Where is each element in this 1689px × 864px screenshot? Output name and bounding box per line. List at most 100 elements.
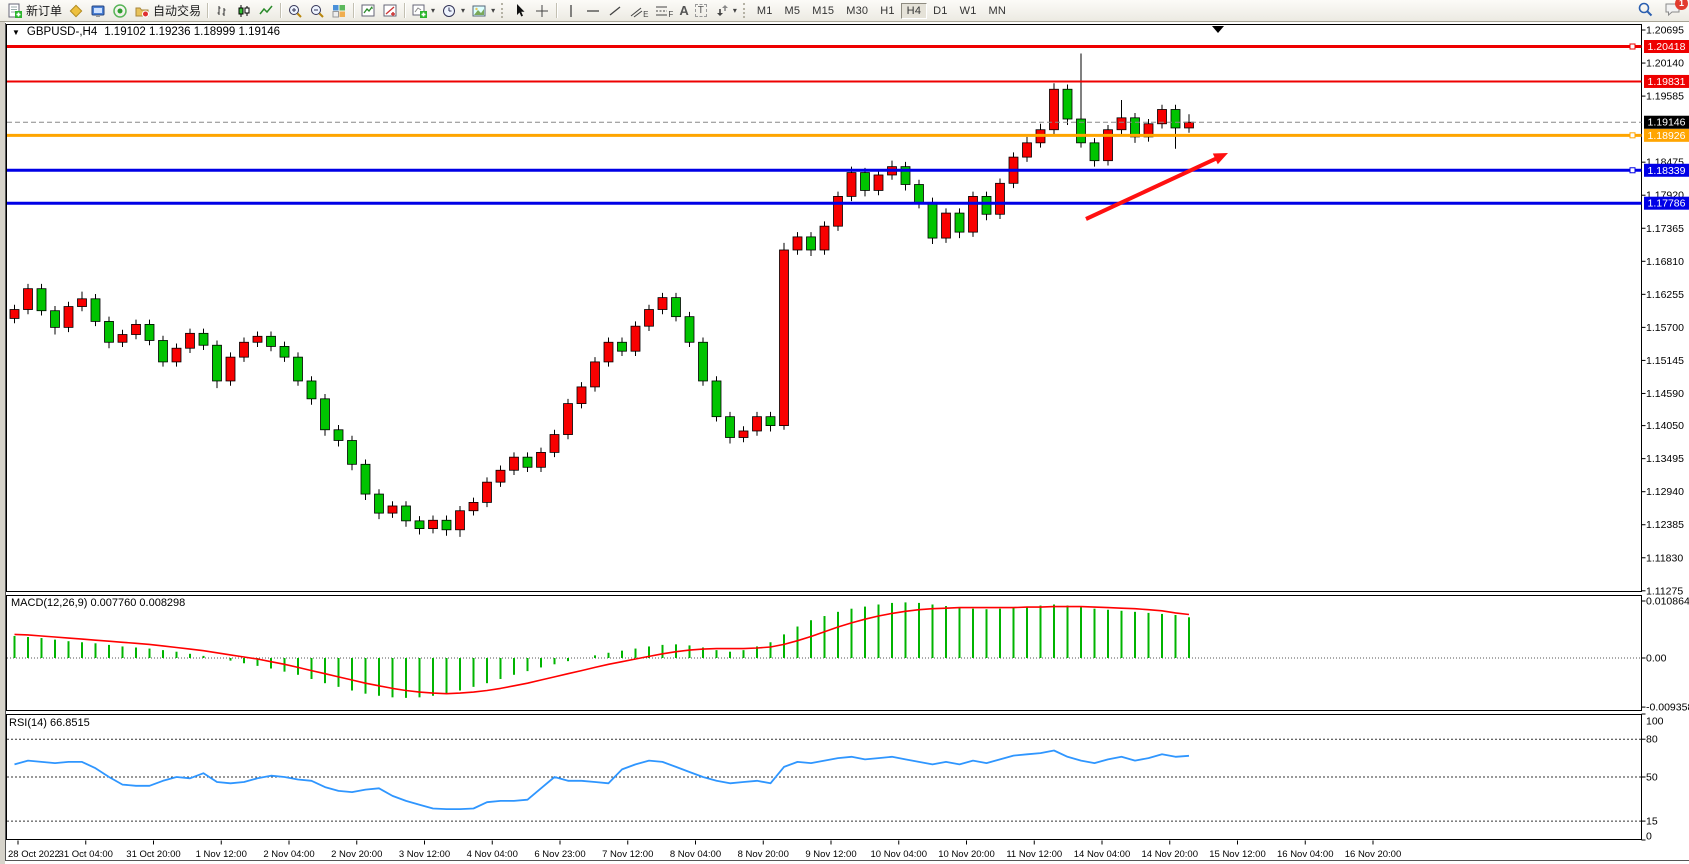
svg-text:11 Nov 12:00: 11 Nov 12:00 bbox=[1006, 849, 1062, 860]
svg-text:1.19831: 1.19831 bbox=[1648, 76, 1686, 88]
fibonacci-icon bbox=[654, 3, 668, 19]
market-watch-button[interactable] bbox=[87, 1, 109, 21]
svg-text:1.15700: 1.15700 bbox=[1646, 322, 1684, 334]
zoom-in-icon bbox=[287, 3, 303, 19]
toolbar-grip bbox=[501, 3, 506, 18]
svg-text:1 Nov 12:00: 1 Nov 12:00 bbox=[196, 849, 247, 860]
periods-button[interactable]: ▾ bbox=[438, 1, 468, 21]
signals-icon bbox=[112, 3, 128, 19]
svg-text:1.16255: 1.16255 bbox=[1646, 289, 1684, 301]
search-icon[interactable] bbox=[1637, 1, 1654, 21]
tab-m30[interactable]: M30 bbox=[840, 3, 874, 19]
bar-chart-button[interactable] bbox=[211, 1, 233, 21]
svg-text:1.11830: 1.11830 bbox=[1646, 552, 1683, 564]
objects-list-button[interactable] bbox=[379, 1, 401, 21]
svg-text:3 Nov 12:00: 3 Nov 12:00 bbox=[399, 849, 450, 860]
svg-text:2 Nov 04:00: 2 Nov 04:00 bbox=[263, 849, 314, 860]
crosshair-button[interactable] bbox=[531, 1, 553, 21]
text-label-icon: T bbox=[695, 4, 707, 17]
new-order-icon bbox=[7, 3, 23, 19]
svg-text:8 Nov 04:00: 8 Nov 04:00 bbox=[670, 849, 721, 860]
svg-text:15 Nov 12:00: 15 Nov 12:00 bbox=[1209, 849, 1266, 860]
tab-w1[interactable]: W1 bbox=[954, 3, 983, 19]
trendline-button[interactable] bbox=[604, 1, 626, 21]
svg-text:6 Nov 23:00: 6 Nov 23:00 bbox=[534, 849, 585, 860]
new-order-button[interactable]: 新订单 bbox=[4, 1, 65, 21]
zoom-out-button[interactable] bbox=[306, 1, 328, 21]
signals-button[interactable] bbox=[109, 1, 131, 21]
crosshair-icon bbox=[534, 3, 550, 19]
new-chart-icon bbox=[411, 3, 427, 19]
svg-text:8 Nov 20:00: 8 Nov 20:00 bbox=[738, 849, 789, 860]
toolbar-right-group: 1 bbox=[1637, 1, 1689, 21]
auto-trading-button[interactable]: 自动交易 bbox=[131, 1, 204, 21]
svg-text:0.00: 0.00 bbox=[1646, 653, 1667, 665]
svg-text:80: 80 bbox=[1646, 734, 1658, 746]
templates-button[interactable]: ▾ bbox=[468, 1, 498, 21]
svg-text:31 Oct 20:00: 31 Oct 20:00 bbox=[126, 849, 180, 860]
chevron-down-icon: ▾ bbox=[461, 6, 465, 15]
vertical-line-button[interactable] bbox=[560, 1, 582, 21]
svg-text:10 Nov 20:00: 10 Nov 20:00 bbox=[938, 849, 995, 860]
new-order-label: 新订单 bbox=[26, 2, 62, 19]
svg-text:0.010864: 0.010864 bbox=[1646, 596, 1689, 608]
tile-windows-button[interactable] bbox=[328, 1, 350, 21]
tab-mn[interactable]: MN bbox=[983, 3, 1013, 19]
arrows-button[interactable]: ▾ bbox=[710, 1, 740, 21]
svg-text:1.14590: 1.14590 bbox=[1646, 388, 1684, 400]
chart-canvas[interactable]: 1.206951.201401.195851.184751.179201.173… bbox=[0, 0, 1689, 864]
profile-icon bbox=[68, 3, 84, 19]
cursor-button[interactable] bbox=[509, 1, 531, 21]
svg-text:1.18926: 1.18926 bbox=[1648, 130, 1686, 142]
tab-m5[interactable]: M5 bbox=[779, 3, 807, 19]
toolbar-separator bbox=[404, 3, 405, 18]
svg-text:1.16810: 1.16810 bbox=[1646, 256, 1684, 268]
channel-button[interactable]: E bbox=[626, 1, 651, 21]
zoom-in-button[interactable] bbox=[284, 1, 306, 21]
tile-windows-icon bbox=[331, 3, 347, 19]
fibonacci-f-glyph: F bbox=[668, 10, 673, 21]
toolbar-separator bbox=[556, 3, 557, 18]
cursor-icon bbox=[512, 3, 528, 19]
chevron-down-icon: ▾ bbox=[431, 6, 435, 15]
tab-h4[interactable]: H4 bbox=[901, 3, 927, 19]
candlestick-icon bbox=[236, 3, 252, 19]
svg-text:1.17365: 1.17365 bbox=[1646, 223, 1684, 235]
clock-icon bbox=[441, 3, 457, 19]
svg-text:1.14050: 1.14050 bbox=[1646, 420, 1684, 432]
line-chart-icon bbox=[258, 3, 274, 19]
new-chart-button[interactable]: ▾ bbox=[408, 1, 438, 21]
svg-text:1.20418: 1.20418 bbox=[1648, 41, 1686, 53]
template-icon bbox=[471, 3, 487, 19]
trendline-icon bbox=[607, 3, 623, 19]
tab-d1[interactable]: D1 bbox=[927, 3, 953, 19]
svg-text:1.20695: 1.20695 bbox=[1646, 25, 1684, 37]
toolbar-separator bbox=[353, 3, 354, 18]
svg-text:4 Nov 04:00: 4 Nov 04:00 bbox=[467, 849, 518, 860]
svg-text:1.15145: 1.15145 bbox=[1646, 355, 1684, 367]
horizontal-line-button[interactable] bbox=[582, 1, 604, 21]
chart-profile-button[interactable] bbox=[65, 1, 87, 21]
tab-m15[interactable]: M15 bbox=[806, 3, 840, 19]
channel-e-glyph: E bbox=[643, 10, 648, 21]
toolbar-grip bbox=[743, 3, 748, 18]
fibonacci-button[interactable]: F bbox=[651, 1, 676, 21]
market-watch-icon bbox=[90, 3, 106, 19]
bar-chart-icon bbox=[214, 3, 230, 19]
line-chart-button[interactable] bbox=[255, 1, 277, 21]
chevron-down-icon: ▾ bbox=[491, 6, 495, 15]
indicators-icon bbox=[360, 3, 376, 19]
tab-m1[interactable]: M1 bbox=[751, 3, 779, 19]
auto-trading-label: 自动交易 bbox=[153, 2, 201, 19]
candlestick-button[interactable] bbox=[233, 1, 255, 21]
tab-h1[interactable]: H1 bbox=[874, 3, 900, 19]
svg-text:28 Oct 2022: 28 Oct 2022 bbox=[8, 849, 60, 860]
notifications-button[interactable]: 1 bbox=[1664, 1, 1681, 20]
svg-text:31 Oct 04:00: 31 Oct 04:00 bbox=[59, 849, 113, 860]
svg-text:7 Nov 12:00: 7 Nov 12:00 bbox=[602, 849, 653, 860]
svg-text:1.19146: 1.19146 bbox=[1648, 117, 1686, 129]
text-label-button[interactable]: T bbox=[692, 1, 710, 21]
indicators-button[interactable] bbox=[357, 1, 379, 21]
text-button[interactable]: A bbox=[676, 1, 691, 21]
auto-trading-icon bbox=[134, 3, 150, 19]
